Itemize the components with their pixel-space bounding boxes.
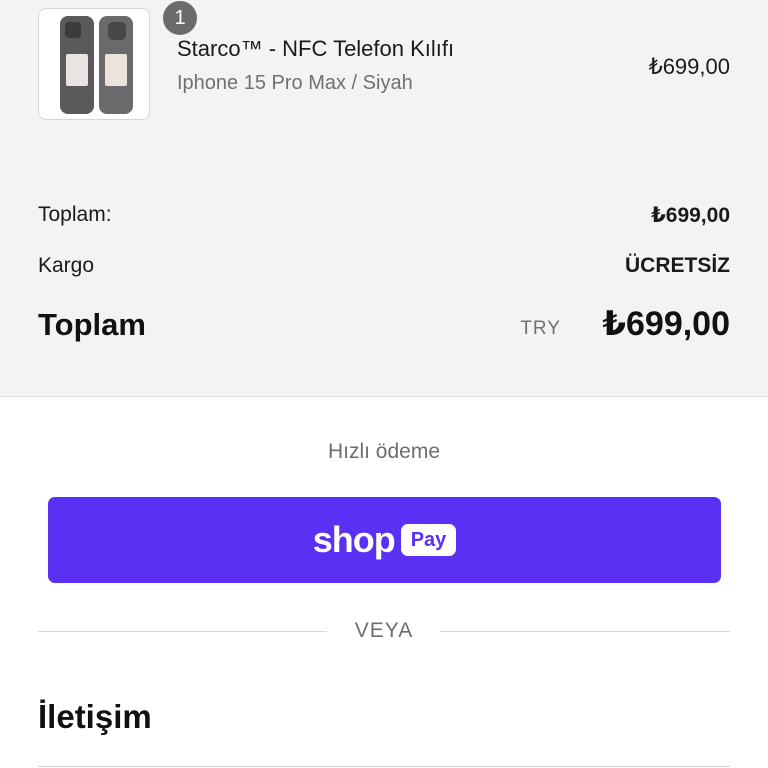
subtotal-label: Toplam: [38, 203, 112, 226]
product-name: Starco™ - NFC Telefon Kılıfı [177, 36, 455, 61]
quantity-badge: 1 [161, 0, 199, 37]
shop-pay-logo-text: shop [312, 519, 396, 560]
product-variant: Iphone 15 Pro Max / Siyah [177, 72, 413, 94]
divider-line-right [440, 631, 730, 632]
shipping-label: Kargo [38, 254, 95, 277]
contact-heading: İletişim [38, 698, 152, 735]
express-checkout-label: Hızlı ödeme [327, 440, 441, 463]
product-thumbnail: 1 [38, 0, 199, 120]
phone-case-image-back [60, 16, 94, 114]
shipping-value: ÜCRETSİZ [625, 254, 730, 277]
phone-case-image-front [99, 16, 133, 114]
shop-pay-button[interactable]: shop Pay [48, 497, 721, 583]
product-price: ₺699,00 [648, 54, 730, 79]
shop-pay-chip: Pay [400, 524, 457, 556]
total-label: Toplam [38, 307, 146, 342]
total-currency: TRY [520, 318, 561, 339]
order-summary: 1 Starco™ - NFC Telefon Kılıfı Iphone 15… [0, 0, 768, 397]
total-value: ₺699,00 [602, 305, 730, 343]
contact-field-top-border [38, 766, 730, 767]
subtotal-value: ₺699,00 [651, 204, 730, 227]
